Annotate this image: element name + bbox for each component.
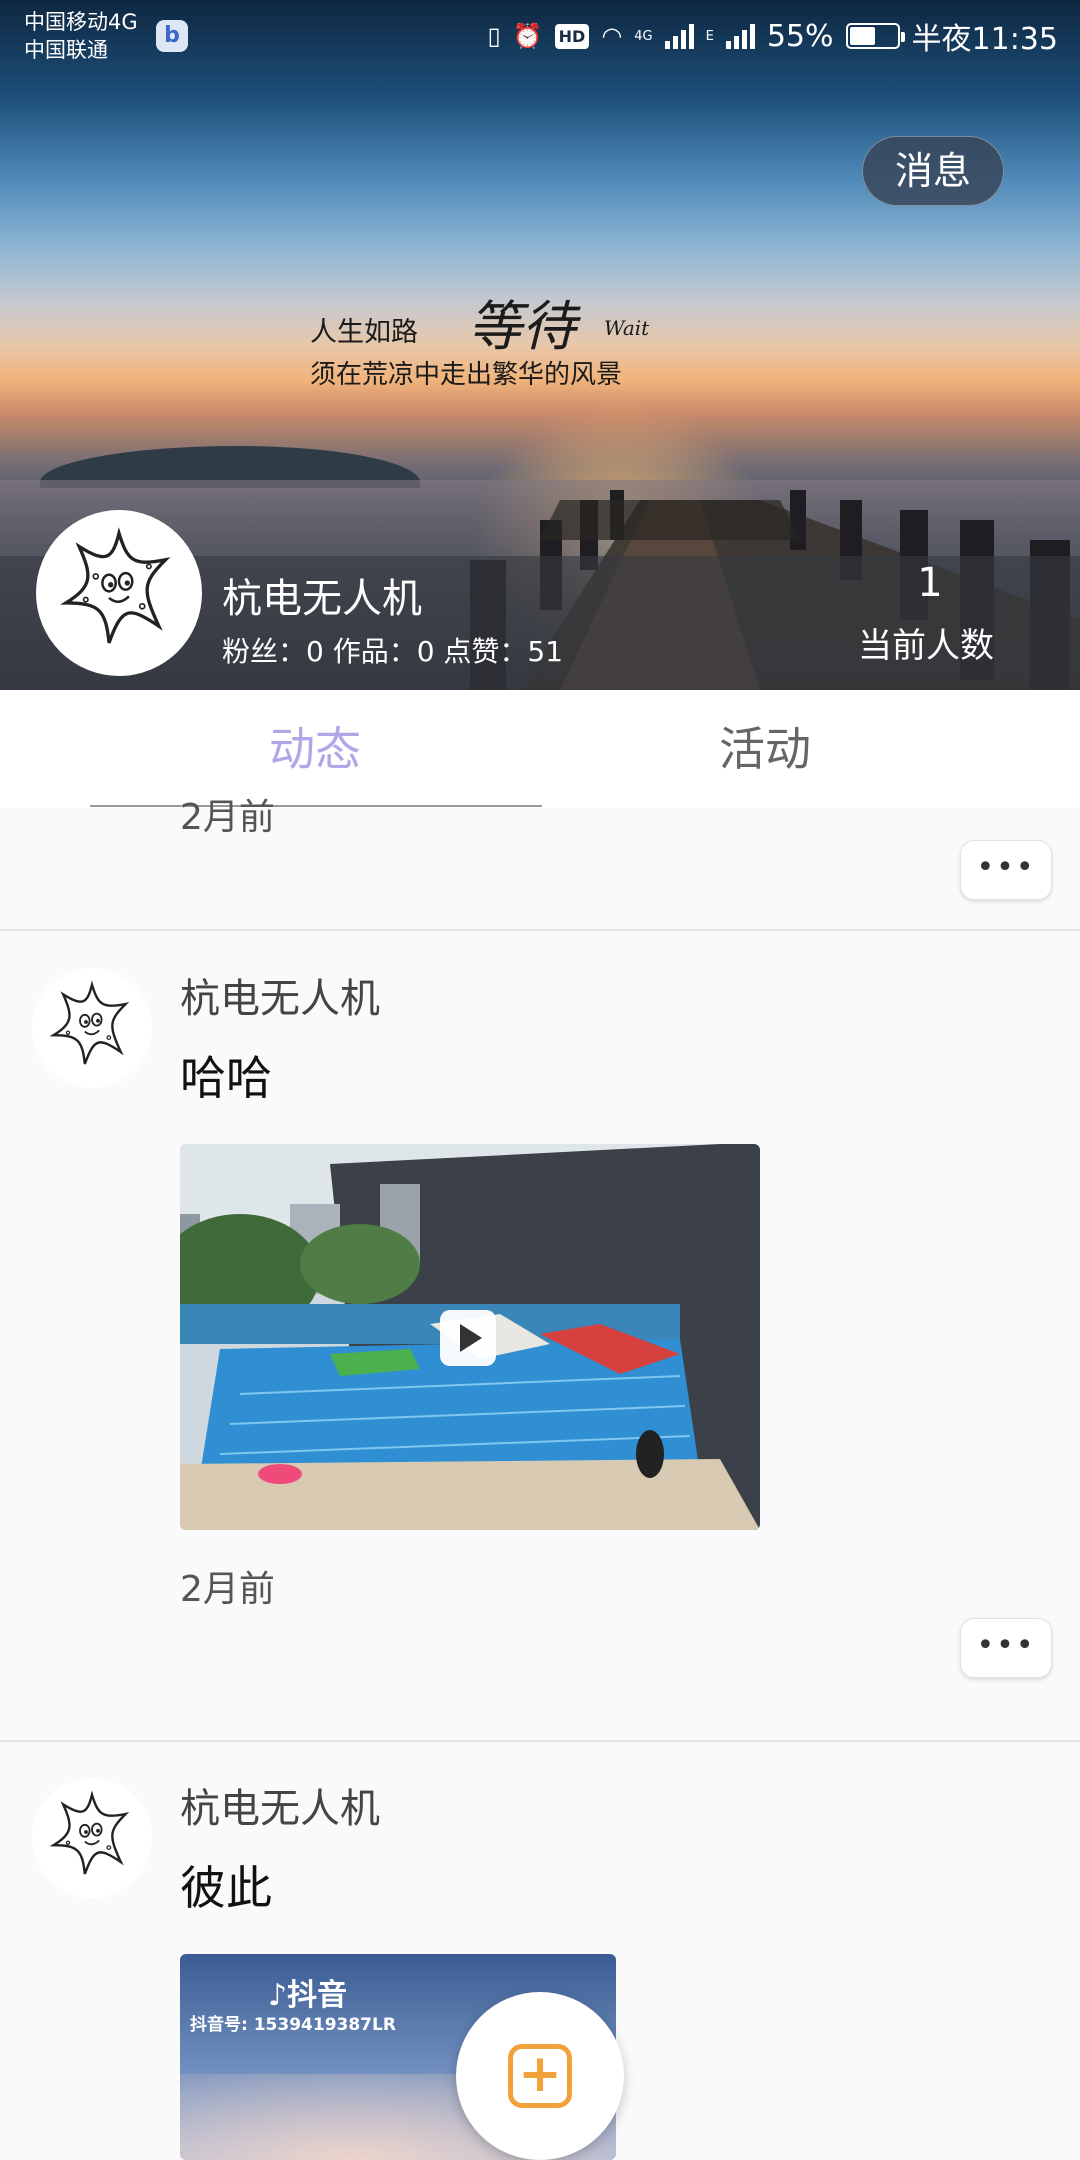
add-post-button[interactable]: + [456, 1992, 624, 2160]
hd-icon: HD [554, 23, 590, 49]
tab-activities[interactable]: 活动 [540, 690, 990, 808]
online-count-label: 当前人数 [858, 626, 994, 666]
message-button[interactable]: 消息 [862, 136, 1004, 206]
signal-icon-2 [725, 23, 755, 49]
status-icons: ▯ ⏰ HD ◠ 4G E 55% 半夜11:35 [488, 14, 1058, 58]
play-button[interactable] [440, 1310, 496, 1366]
profile-avatar[interactable] [36, 510, 202, 676]
battery-icon [845, 23, 905, 49]
wifi-icon: ◠ [601, 22, 623, 50]
post-author-name: 杭电无人机 [180, 976, 380, 1022]
battery-percent: 55% [766, 18, 834, 54]
net-e-label: E [705, 28, 714, 44]
starfish-avatar-icon [60, 527, 171, 644]
starfish-avatar-icon [49, 980, 130, 1065]
carrier-2: 中国联通 [24, 38, 108, 62]
tab-active-underline [90, 805, 542, 807]
tiktok-watermark-logo: ♪抖音 [268, 1978, 348, 2013]
banner-quote-line2: 须在荒凉中走出繁华的风景 [310, 360, 623, 390]
battery-fill [849, 27, 875, 45]
clock: 半夜11:35 [911, 22, 1058, 57]
status-bar: 中国移动4G 中国联通 b ▯ ⏰ HD ◠ 4G E 55% 半夜11:35 [0, 0, 1080, 70]
more-options-button[interactable]: ••• [960, 840, 1052, 900]
carrier-info: 中国移动4G 中国联通 [24, 8, 138, 64]
profile-header: 中国移动4G 中国联通 b ▯ ⏰ HD ◠ 4G E 55% 半夜11:35 … [0, 0, 1080, 690]
carrier-1: 中国移动4G [24, 10, 138, 34]
post-text: 哈哈 [180, 1051, 272, 1105]
net-4g-label: 4G [634, 28, 653, 44]
post-time: 2月前 [180, 1569, 275, 1610]
tiktok-watermark-id: 抖音号: 1539419387LR [190, 2015, 396, 2035]
post-author-name: 杭电无人机 [180, 1786, 380, 1832]
online-count: 1 [917, 560, 943, 606]
post-text: 彼此 [180, 1861, 272, 1915]
post-author-avatar[interactable] [32, 1778, 152, 1898]
post-video-thumbnail[interactable] [180, 1144, 760, 1530]
signal-icon-1 [664, 23, 694, 49]
starfish-avatar-icon [49, 1790, 130, 1875]
app-notification-icon: b [156, 20, 188, 52]
more-options-button[interactable]: ••• [960, 1618, 1052, 1678]
post-divider [0, 1740, 1080, 1742]
play-icon [460, 1324, 482, 1352]
user-stats: 粉丝：0 作品：0 点赞：51 [222, 635, 564, 668]
banner-quote-wait: Wait [604, 316, 650, 340]
post-author-avatar[interactable] [32, 968, 152, 1088]
alarm-icon: ⏰ [512, 22, 543, 50]
tab-bar: 动态 活动 [0, 690, 1080, 808]
banner-quote-line1: 人生如路 [310, 317, 418, 348]
post-time: 2月前 [180, 797, 275, 838]
user-name: 杭电无人机 [222, 576, 422, 622]
vibrate-icon: ▯ [487, 22, 501, 50]
plus-square-icon: + [508, 2044, 572, 2108]
banner-quote-script: 等待 [468, 295, 576, 358]
post-divider [0, 929, 1080, 931]
tab-dynamics[interactable]: 动态 [90, 690, 540, 808]
